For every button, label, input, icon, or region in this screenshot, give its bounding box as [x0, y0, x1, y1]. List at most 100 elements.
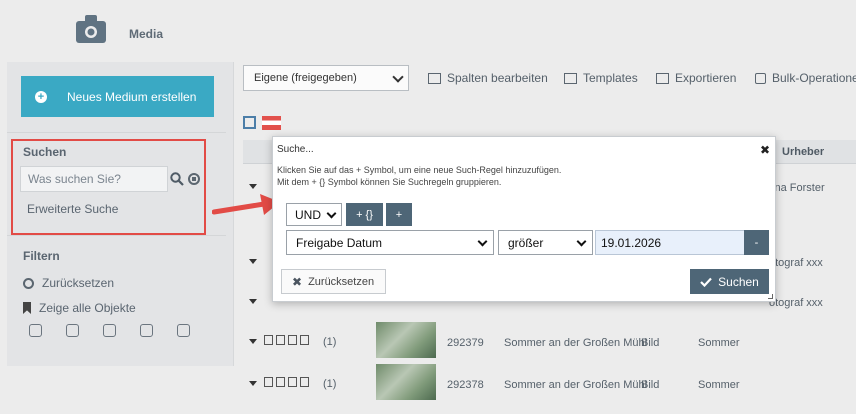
filter-section-title: Filtern [23, 249, 60, 263]
field-select[interactable]: Freigabe Datum [286, 230, 494, 255]
author-cell: otograf xxx [769, 257, 823, 269]
search-highlight-frame [11, 139, 206, 235]
column-header-author[interactable]: Urheber [782, 146, 824, 158]
edit-columns-button[interactable]: Spalten bearbeiten [428, 71, 548, 85]
austria-flag-icon[interactable] [262, 116, 281, 130]
help-line: Klicken Sie auf das + Symbol, um eine ne… [277, 165, 562, 175]
close-icon: ✖ [292, 274, 303, 289]
row-actions [264, 335, 309, 345]
type-cell: Bild [641, 379, 660, 391]
filter-select[interactable]: Eigene (freigegeben) [243, 65, 409, 91]
columns-icon [428, 72, 441, 84]
expand-row-icon[interactable] [249, 184, 257, 189]
close-icon[interactable]: ✖ [760, 143, 770, 157]
operator-select[interactable]: UND [286, 203, 342, 226]
field-value: Freigabe Datum [296, 235, 383, 250]
keyword-cell: Sommer [698, 379, 740, 391]
folder-icon [564, 72, 577, 84]
author-cell: tina Forster [769, 182, 825, 194]
id-cell: 292378 [447, 379, 484, 391]
table-row[interactable]: (1) 292378 Sommer an der Großen Mühl Bil… [243, 362, 856, 406]
reset-label: Zurücksetzen [308, 275, 375, 288]
table-row[interactable]: (1) 292379 Sommer an der Großen Mühl Bil… [243, 320, 856, 364]
media-thumbnail[interactable] [376, 364, 436, 400]
remove-rule-button[interactable]: - [744, 230, 769, 255]
dialog-title: Suche... [277, 144, 314, 155]
comparator-value: größer [508, 235, 544, 250]
dialog-help: Klicken Sie auf das + Symbol, um eine ne… [277, 164, 561, 188]
lightbulb-icon[interactable] [288, 335, 297, 345]
resize-handle[interactable] [768, 294, 773, 299]
chevron-down-icon [576, 236, 587, 247]
row-actions [264, 377, 309, 387]
operator-value: UND [295, 207, 321, 222]
add-rule-button[interactable]: + [386, 203, 412, 226]
bookmark-icon [23, 302, 31, 314]
expand-row-icon[interactable] [249, 381, 257, 386]
page-title: Media [129, 27, 164, 41]
expand-row-icon[interactable] [249, 299, 257, 304]
export-button[interactable]: Exportieren [656, 71, 736, 85]
bookmark-icon[interactable] [276, 377, 285, 387]
retweet-icon[interactable] [300, 377, 309, 387]
show-all-label: Zeige alle Objekte [39, 301, 136, 315]
media-thumbnail[interactable] [376, 322, 436, 358]
add-group-button[interactable]: + {} [346, 203, 383, 226]
thumb-up-left-icon[interactable] [140, 324, 153, 337]
keyword-cell: Sommer [698, 337, 740, 349]
reset-button[interactable]: ✖ Zurücksetzen [281, 269, 386, 294]
divider [7, 235, 226, 236]
rating-filters [29, 324, 190, 337]
reset-icon [23, 277, 34, 289]
bulk-operations-button[interactable]: Bulk-Operationen [755, 71, 856, 85]
chevron-down-icon [326, 208, 337, 219]
thumb-down-icon[interactable] [29, 324, 42, 337]
expand-row-icon[interactable] [249, 339, 257, 344]
expand-icon[interactable] [243, 116, 256, 129]
search-dialog: Suche... ✖ Klicken Sie auf das + Symbol,… [272, 136, 776, 302]
search-button[interactable]: Suchen [690, 269, 769, 294]
edit-icon[interactable] [264, 335, 273, 345]
title-cell: Sommer an der Großen Mühl [504, 379, 648, 391]
check-icon [700, 277, 712, 287]
filter-reset-item[interactable]: Zurücksetzen [23, 276, 114, 290]
bulk-operations-label: Bulk-Operationen [772, 71, 856, 85]
chevron-down-icon [477, 236, 488, 247]
usage-count: (1) [323, 378, 337, 390]
camera-icon [76, 15, 106, 43]
export-label: Exportieren [675, 71, 737, 85]
export-icon [656, 72, 669, 84]
type-cell: Bild [641, 337, 660, 349]
comparator-select[interactable]: größer [498, 230, 593, 255]
filter-reset-label: Zurücksetzen [42, 276, 115, 290]
date-value-input[interactable]: 19.01.2026 [595, 230, 745, 255]
templates-button[interactable]: Templates [564, 71, 638, 85]
chevron-down-icon [392, 71, 404, 83]
magic-wand-icon [755, 72, 766, 84]
retweet-icon[interactable] [300, 335, 309, 345]
expand-row-icon[interactable] [249, 259, 257, 264]
title-cell: Sommer an der Großen Mühl [504, 337, 648, 349]
search-label: Suchen [718, 274, 759, 289]
help-line: Mit dem + {} Symbol können Sie Suchregel… [277, 177, 502, 187]
edit-columns-label: Spalten bearbeiten [447, 71, 548, 85]
top-bar: Media [0, 0, 856, 62]
filter-select-value: Eigene (freigegeben) [254, 72, 357, 84]
thumb-down-left-icon[interactable] [66, 324, 79, 337]
toolbar: Eigene (freigegeben) Spalten bearbeiten … [243, 65, 856, 92]
new-media-label: Neues Medium erstellen [67, 89, 197, 104]
lightbulb-icon[interactable] [288, 377, 297, 387]
show-all-item[interactable]: Zeige alle Objekte [23, 301, 136, 315]
divider [7, 132, 226, 133]
templates-label: Templates [583, 71, 638, 85]
new-media-button[interactable]: + Neues Medium erstellen [21, 76, 214, 117]
edit-icon[interactable] [264, 377, 273, 387]
thumb-neutral-icon[interactable] [103, 324, 116, 337]
bookmark-icon[interactable] [276, 335, 285, 345]
view-icons [243, 116, 281, 130]
thumb-up-icon[interactable] [177, 324, 190, 337]
plus-circle-icon: + [35, 90, 47, 103]
usage-count: (1) [323, 336, 337, 348]
id-cell: 292379 [447, 337, 484, 349]
author-cell: otograf xxx [769, 297, 823, 309]
